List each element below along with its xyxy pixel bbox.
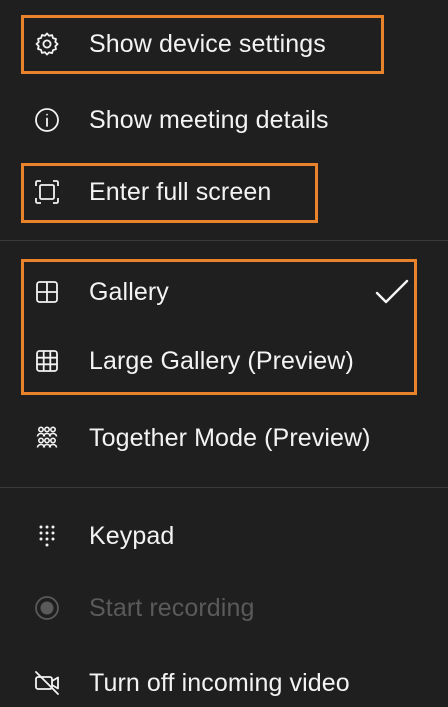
keypad-icon bbox=[33, 522, 61, 550]
video-off-icon bbox=[33, 669, 61, 697]
gear-icon bbox=[33, 30, 61, 58]
meeting-options-menu: Show device settings Show meeting detail… bbox=[0, 0, 448, 707]
menu-item-together-mode[interactable]: Together Mode (Preview) bbox=[0, 414, 448, 462]
menu-item-start-recording: Start recording bbox=[0, 584, 448, 632]
menu-item-label: Start recording bbox=[89, 594, 255, 622]
menu-item-show-meeting-details[interactable]: Show meeting details bbox=[0, 96, 448, 144]
menu-item-label: Together Mode (Preview) bbox=[89, 424, 371, 452]
info-icon bbox=[33, 106, 61, 134]
menu-item-show-device-settings[interactable]: Show device settings bbox=[0, 20, 448, 68]
together-mode-icon bbox=[33, 424, 61, 452]
menu-item-turn-off-incoming-video[interactable]: Turn off incoming video bbox=[0, 659, 448, 707]
menu-item-label: Turn off incoming video bbox=[89, 669, 350, 697]
menu-item-label: Show device settings bbox=[89, 30, 326, 58]
menu-item-label: Large Gallery (Preview) bbox=[89, 347, 354, 375]
menu-divider bbox=[0, 240, 448, 241]
gallery-icon bbox=[33, 278, 61, 306]
checkmark-icon bbox=[375, 279, 409, 304]
large-gallery-icon bbox=[33, 347, 61, 375]
menu-item-large-gallery[interactable]: Large Gallery (Preview) bbox=[0, 337, 448, 385]
menu-item-label: Gallery bbox=[89, 278, 169, 306]
menu-item-label: Show meeting details bbox=[89, 106, 329, 134]
record-icon bbox=[33, 594, 61, 622]
menu-item-label: Enter full screen bbox=[89, 178, 272, 206]
menu-divider bbox=[0, 487, 448, 488]
menu-item-keypad[interactable]: Keypad bbox=[0, 512, 448, 560]
menu-item-label: Keypad bbox=[89, 522, 175, 550]
fullscreen-icon bbox=[33, 178, 61, 206]
menu-item-enter-full-screen[interactable]: Enter full screen bbox=[0, 168, 448, 216]
menu-item-gallery[interactable]: Gallery bbox=[0, 268, 448, 316]
